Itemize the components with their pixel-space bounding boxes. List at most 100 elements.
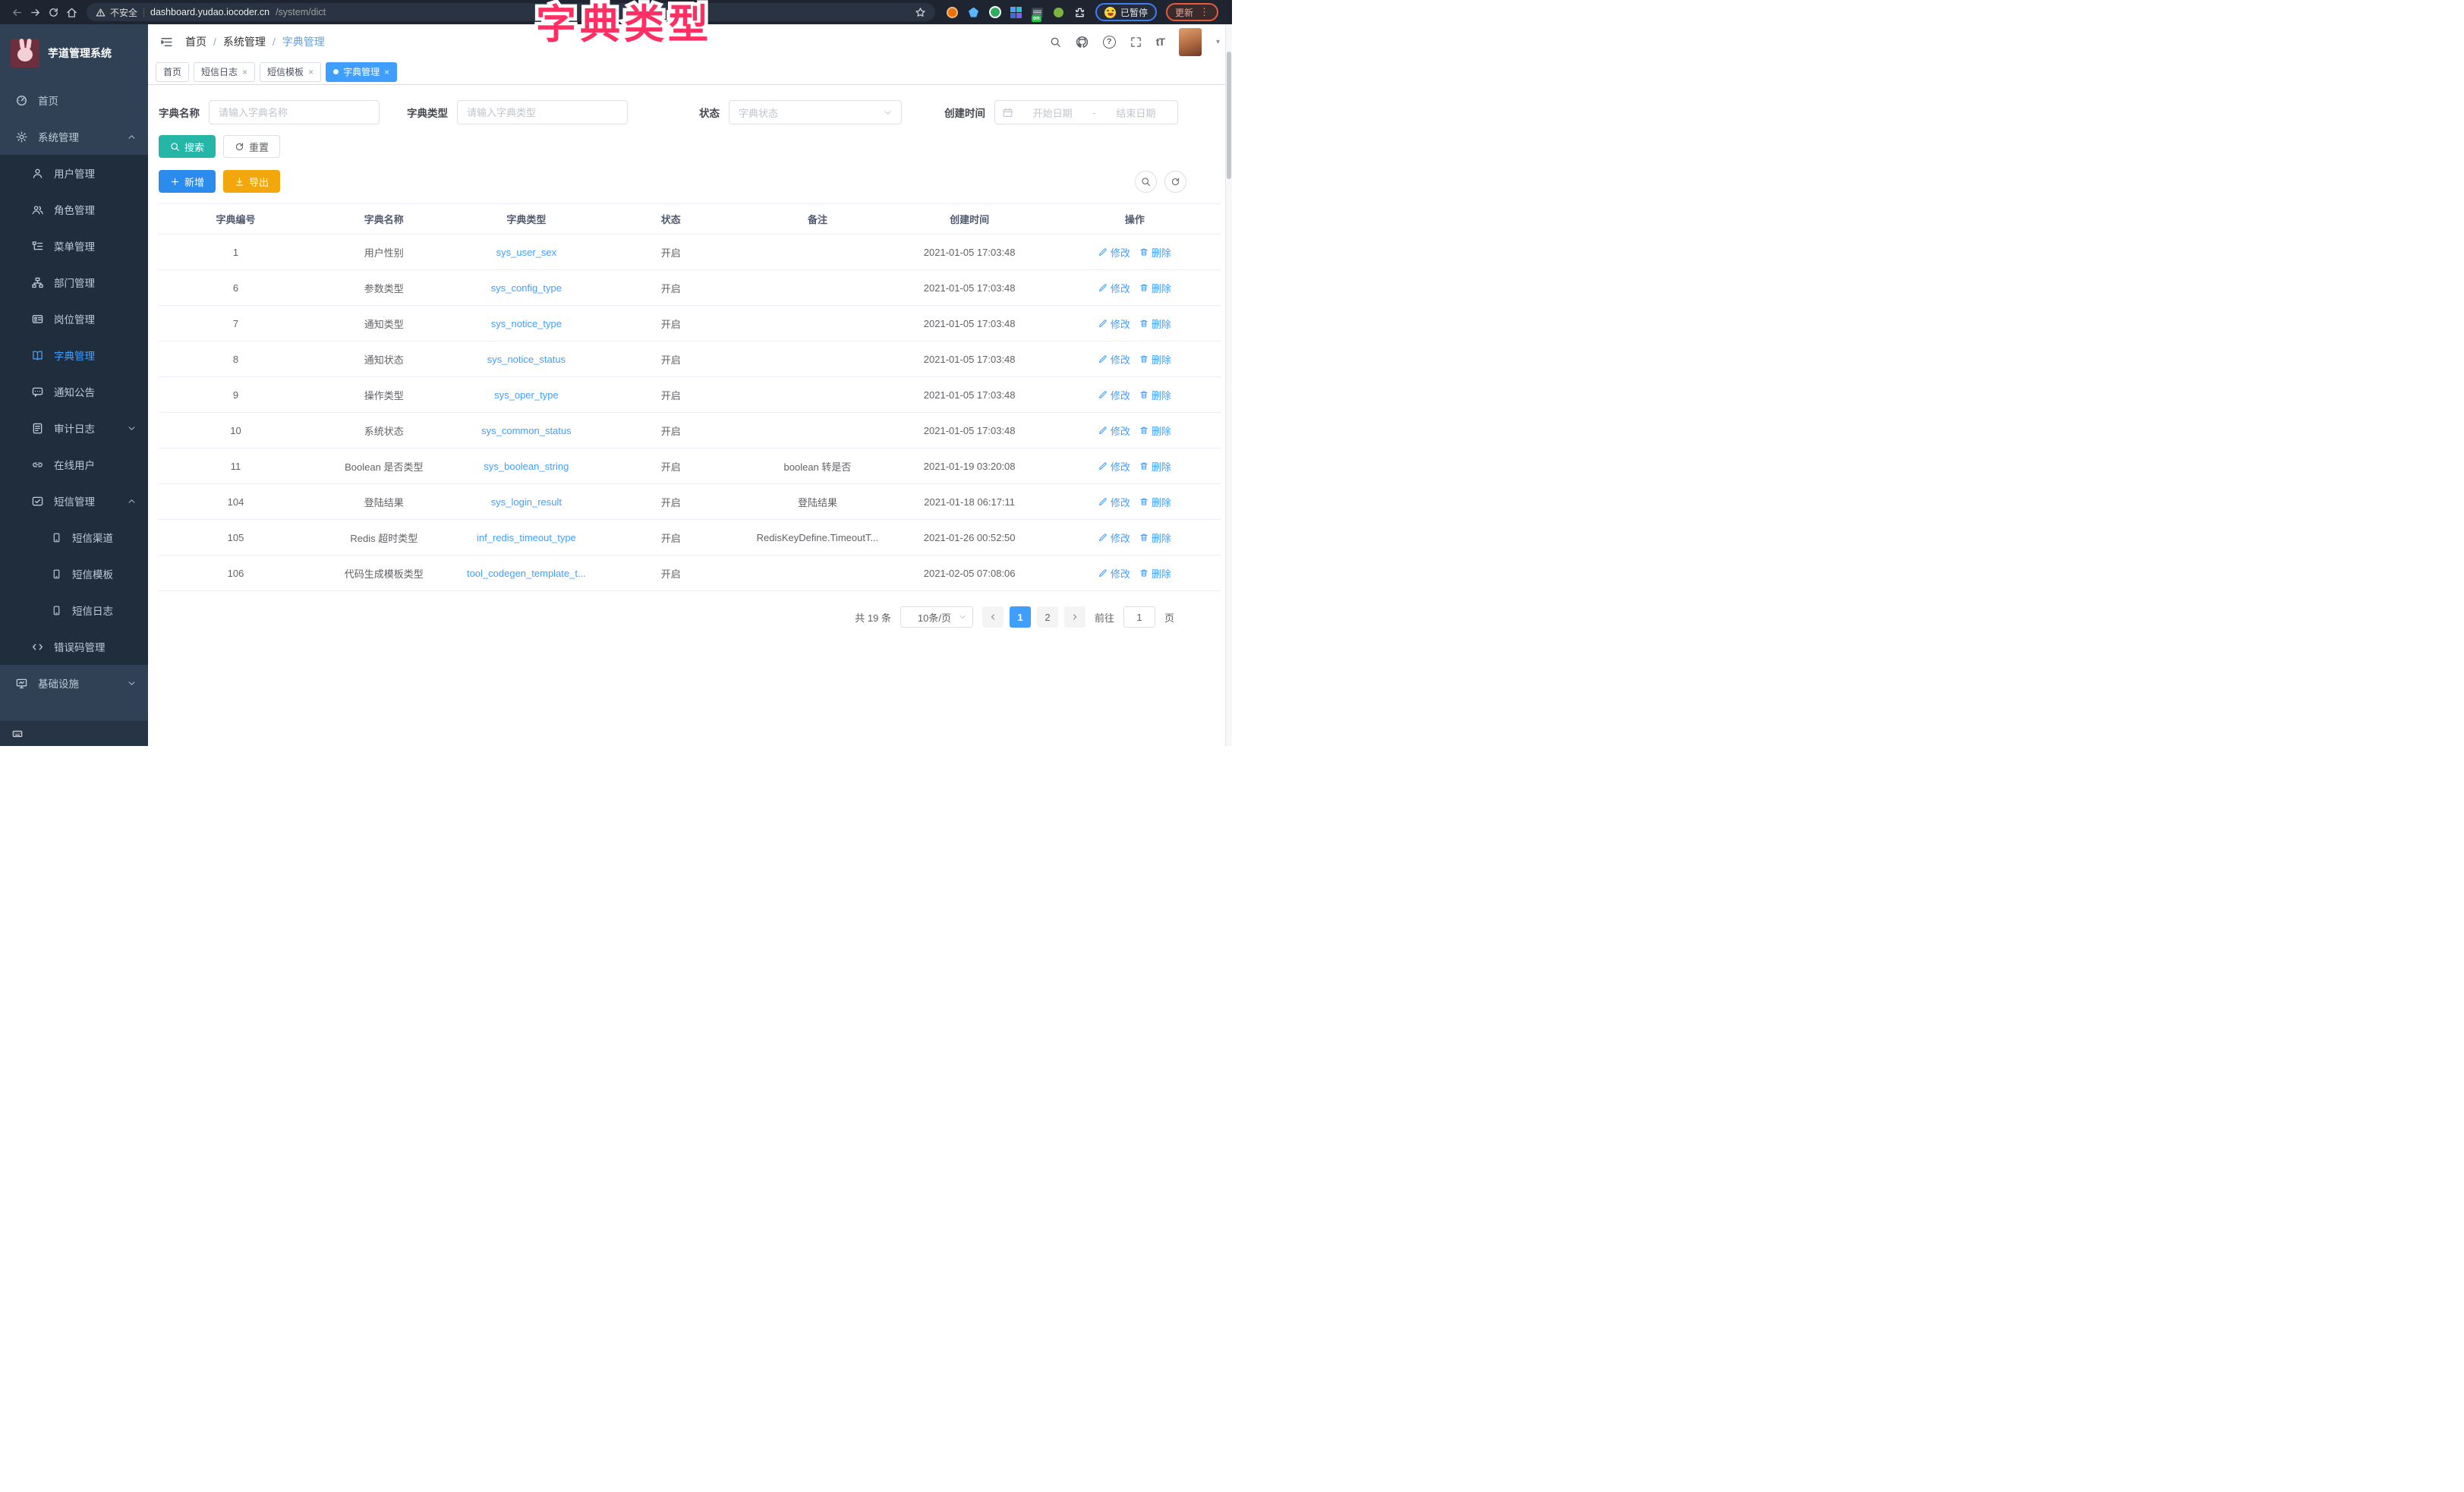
dict-type-link[interactable]: sys_notice_status xyxy=(487,354,566,365)
delete-link[interactable]: 删除 xyxy=(1139,459,1171,474)
sidebar-item-sms[interactable]: 短信管理 xyxy=(0,483,148,519)
sidebar-item-sms-template[interactable]: 短信模板 xyxy=(0,556,148,592)
dict-type-link[interactable]: inf_redis_timeout_type xyxy=(477,532,576,543)
browser-menu-icon[interactable]: ⋮ xyxy=(1199,6,1209,18)
extension-icon-green[interactable] xyxy=(988,6,1001,19)
delete-link[interactable]: 删除 xyxy=(1139,530,1171,545)
tab-sms-log[interactable]: 短信日志 × xyxy=(194,62,255,82)
browser-forward-button[interactable] xyxy=(26,3,44,21)
table-search-toggle-button[interactable] xyxy=(1135,171,1157,193)
delete-link[interactable]: 删除 xyxy=(1139,566,1171,581)
dict-type-link[interactable]: sys_user_sex xyxy=(496,247,556,258)
edit-link[interactable]: 修改 xyxy=(1098,459,1130,474)
sidebar-item-menus[interactable]: 菜单管理 xyxy=(0,228,148,264)
dict-type-link[interactable]: sys_boolean_string xyxy=(484,461,569,472)
sidebar-item-notice[interactable]: 通知公告 xyxy=(0,373,148,410)
sidebar-item-infra[interactable]: 基础设施 xyxy=(0,665,148,701)
extension-icon-grid[interactable] xyxy=(1010,6,1022,19)
dict-type-link[interactable]: sys_config_type xyxy=(491,282,562,294)
sidebar-item-roles[interactable]: 角色管理 xyxy=(0,191,148,228)
delete-link[interactable]: 删除 xyxy=(1139,352,1171,367)
dict-type-link[interactable]: sys_notice_type xyxy=(491,318,562,329)
delete-link[interactable]: 删除 xyxy=(1139,495,1171,509)
status-select[interactable]: 字典状态 xyxy=(729,100,902,124)
phone-icon xyxy=(52,606,61,615)
extension-icon-tampermonkey[interactable]: on xyxy=(1031,6,1044,19)
breadcrumb-system[interactable]: 系统管理 xyxy=(223,34,266,49)
browser-back-button[interactable] xyxy=(8,3,26,21)
avatar-caret-icon[interactable]: ▾ xyxy=(1216,38,1220,46)
dict-type-link[interactable]: sys_common_status xyxy=(481,425,572,436)
browser-update-button[interactable]: 更新 ⋮ xyxy=(1166,3,1218,21)
keyboard-icon[interactable] xyxy=(12,729,23,739)
reset-button[interactable]: 重置 xyxy=(223,135,280,158)
sidebar-item-sms-log[interactable]: 短信日志 xyxy=(0,592,148,628)
edit-link[interactable]: 修改 xyxy=(1098,316,1130,331)
edit-link[interactable]: 修改 xyxy=(1098,423,1130,438)
dict-type-link[interactable]: tool_codegen_template_t... xyxy=(467,568,586,579)
tab-dict-active[interactable]: 字典管理 × xyxy=(326,62,397,82)
sidebar-item-sms-channel[interactable]: 短信渠道 xyxy=(0,519,148,556)
delete-link[interactable]: 删除 xyxy=(1139,423,1171,438)
close-icon[interactable]: × xyxy=(242,67,247,77)
edit-link[interactable]: 修改 xyxy=(1098,530,1130,545)
sidebar-item-home[interactable]: 首页 xyxy=(0,82,148,118)
page-size-select[interactable]: 10条/页 xyxy=(900,606,973,628)
sidebar-item-posts[interactable]: 岗位管理 xyxy=(0,301,148,337)
table-refresh-button[interactable] xyxy=(1164,171,1186,193)
sidebar-item-dict[interactable]: 字典管理 xyxy=(0,337,148,373)
collapse-menu-icon[interactable] xyxy=(160,36,173,49)
dict-type-input[interactable] xyxy=(457,100,628,124)
edit-link[interactable]: 修改 xyxy=(1098,495,1130,509)
help-icon[interactable]: ? xyxy=(1103,36,1116,49)
date-range-picker[interactable]: 开始日期 - 结束日期 xyxy=(994,100,1178,124)
font-size-icon[interactable]: tT xyxy=(1156,36,1164,48)
page-scrollbar[interactable] xyxy=(1225,24,1232,746)
sidebar-item-depts[interactable]: 部门管理 xyxy=(0,264,148,301)
search-button[interactable]: 搜索 xyxy=(159,135,216,158)
page-button-1[interactable]: 1 xyxy=(1010,606,1031,628)
edit-link[interactable]: 修改 xyxy=(1098,352,1130,367)
profile-paused-badge[interactable]: 已暂停 xyxy=(1095,3,1157,21)
github-icon[interactable] xyxy=(1076,36,1089,49)
goto-page-input[interactable] xyxy=(1123,606,1155,628)
bookmark-star-icon[interactable] xyxy=(915,7,926,18)
dict-name-input[interactable] xyxy=(209,100,380,124)
fullscreen-icon[interactable] xyxy=(1130,36,1142,48)
sidebar-item-error-code[interactable]: 错误码管理 xyxy=(0,628,148,665)
sidebar-item-system[interactable]: 系统管理 xyxy=(0,118,148,155)
close-icon[interactable]: × xyxy=(308,67,314,77)
edit-link[interactable]: 修改 xyxy=(1098,388,1130,402)
delete-link[interactable]: 删除 xyxy=(1139,316,1171,331)
delete-link[interactable]: 删除 xyxy=(1139,388,1171,402)
dict-type-link[interactable]: sys_oper_type xyxy=(494,389,559,401)
breadcrumb-home[interactable]: 首页 xyxy=(185,34,206,49)
tab-home[interactable]: 首页 xyxy=(156,62,189,82)
scrollbar-thumb[interactable] xyxy=(1227,52,1231,179)
extensions-puzzle-icon[interactable] xyxy=(1073,6,1086,19)
close-icon[interactable]: × xyxy=(384,67,389,77)
sidebar-item-online-users[interactable]: 在线用户 xyxy=(0,446,148,483)
extension-icon-orange[interactable] xyxy=(946,6,959,19)
export-button[interactable]: 导出 xyxy=(223,170,280,193)
sidebar-item-audit-log[interactable]: 审计日志 xyxy=(0,410,148,446)
dict-type-link[interactable]: sys_login_result xyxy=(491,496,562,508)
extension-icon-leaf[interactable] xyxy=(1052,6,1065,19)
next-page-button[interactable] xyxy=(1064,606,1085,628)
address-bar[interactable]: 不安全 dashboard.yudao.iocoder.cn/system/di… xyxy=(87,3,935,21)
sidebar-item-users[interactable]: 用户管理 xyxy=(0,155,148,191)
delete-link[interactable]: 删除 xyxy=(1139,281,1171,295)
user-avatar[interactable] xyxy=(1179,28,1202,56)
edit-link[interactable]: 修改 xyxy=(1098,245,1130,260)
browser-home-button[interactable] xyxy=(62,3,80,21)
edit-link[interactable]: 修改 xyxy=(1098,566,1130,581)
search-icon[interactable] xyxy=(1050,36,1061,48)
extension-icon-blue[interactable] xyxy=(967,6,980,19)
browser-reload-button[interactable] xyxy=(44,3,62,21)
add-button[interactable]: 新增 xyxy=(159,170,216,193)
prev-page-button[interactable] xyxy=(982,606,1004,628)
tab-sms-template[interactable]: 短信模板 × xyxy=(260,62,321,82)
delete-link[interactable]: 删除 xyxy=(1139,245,1171,260)
edit-link[interactable]: 修改 xyxy=(1098,281,1130,295)
page-button-2[interactable]: 2 xyxy=(1037,606,1058,628)
